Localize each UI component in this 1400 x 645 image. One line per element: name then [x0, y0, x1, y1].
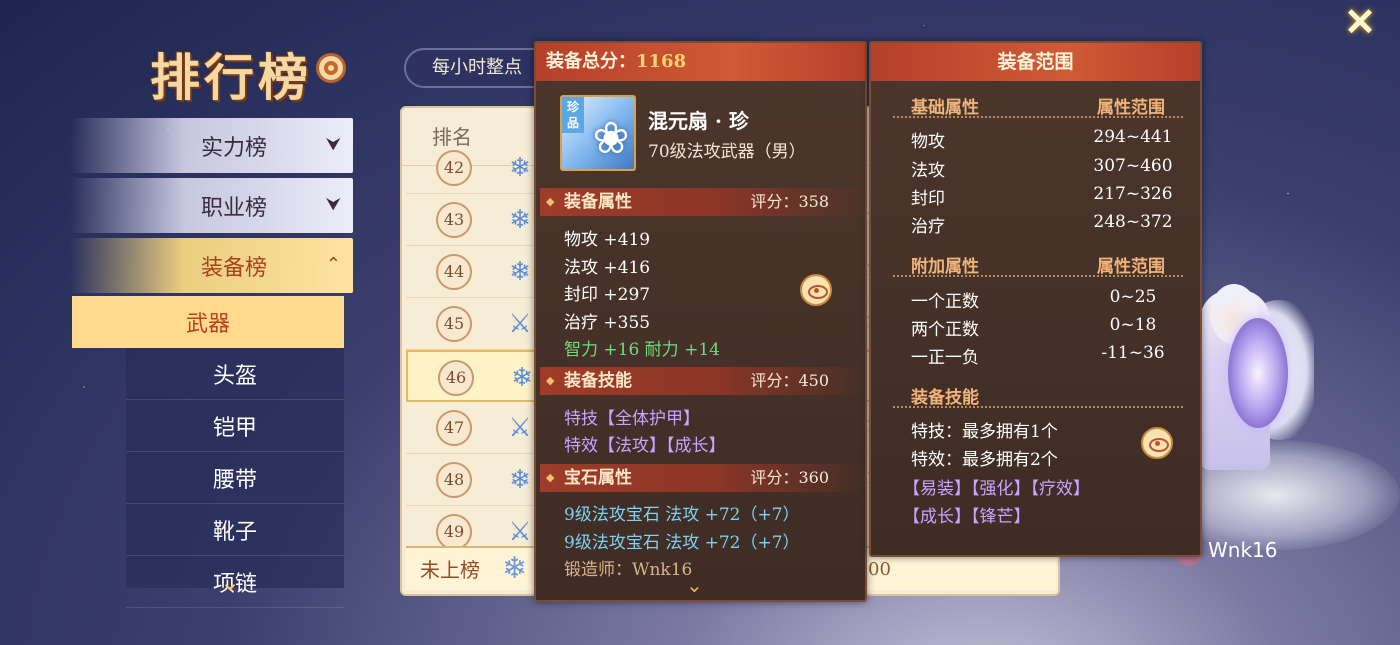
range-label: 两个正数: [911, 320, 979, 340]
total-score-value: 1168: [636, 51, 687, 72]
section-score: 评分：450: [750, 371, 829, 390]
category-label: 实力榜: [200, 135, 267, 161]
effect-tags: 【成长】【锋芒】: [903, 507, 1031, 527]
subcategory-belt[interactable]: 腰带: [126, 452, 344, 504]
range-label: 法攻: [911, 161, 945, 181]
base-range-col: 属性范围: [1097, 98, 1165, 118]
rank-badge: 46: [438, 360, 474, 396]
item-icon: 珍品 ❀: [560, 95, 636, 171]
section-skills: 装备技能 评分：450: [540, 367, 865, 395]
rank-badge: 43: [436, 202, 472, 238]
range-value: 0~18: [1109, 315, 1157, 335]
category-equipment[interactable]: 装备榜 ⌃: [70, 238, 353, 293]
range-value: -11~36: [1101, 343, 1165, 363]
close-button[interactable]: ✕: [1338, 2, 1382, 42]
range-value: 294~441: [1093, 127, 1173, 147]
divider: [893, 275, 1183, 281]
divider: [893, 116, 1183, 122]
unranked-label: 未上榜: [420, 558, 480, 582]
gem-line: 9级法攻宝石 法攻 +72（+7）: [564, 533, 800, 553]
weapon-icon: ⚔: [508, 517, 532, 547]
subcategory-armor[interactable]: 铠甲: [126, 400, 344, 452]
skill-range-title: 装备技能: [911, 388, 979, 408]
weapon-icon: ❄: [509, 257, 531, 287]
equipment-detail-panel: 装备总分：1168 珍品 ❀ 混元扇 · 珍 70级法攻武器（男） 装备属性 评…: [534, 41, 867, 602]
equipment-subcategory-list: 武器 头盔 铠甲 腰带 靴子 项链: [72, 296, 344, 608]
subcategory-helmet[interactable]: 头盔: [126, 348, 344, 400]
gear-icon[interactable]: [316, 53, 346, 83]
range-value: 248~372: [1093, 212, 1173, 232]
range-value: 217~326: [1093, 184, 1173, 204]
section-gems: 宝石属性 评分：360: [540, 464, 865, 492]
chevron-down-icon: ⮟: [325, 134, 341, 155]
rank-badge: 45: [436, 306, 472, 342]
range-label: 一正一负: [911, 348, 979, 368]
category-class[interactable]: 职业榜 ⮟: [70, 178, 353, 233]
range-label: 治疗: [911, 217, 945, 237]
extra-range-col: 属性范围: [1097, 257, 1165, 277]
weapon-icon: ❄: [509, 465, 531, 495]
weapon-icon: ⚔: [508, 413, 532, 443]
total-score-label: 装备总分：: [546, 51, 636, 72]
weapon-icon: ⚔: [508, 309, 532, 339]
subcategory-boots[interactable]: 靴子: [126, 504, 344, 556]
rank-badge: 44: [436, 254, 472, 290]
category-label: 职业榜: [200, 195, 267, 221]
page-title: 排行榜: [150, 48, 312, 107]
item-type: 70级法攻武器（男）: [648, 142, 806, 162]
range-value: 307~460: [1093, 156, 1173, 176]
section-title: 宝石属性: [564, 468, 632, 488]
rank-badge: 42: [436, 150, 472, 186]
weapon-icon: ❄: [509, 205, 531, 235]
section-score: 评分：360: [750, 468, 829, 487]
section-title: 装备技能: [564, 371, 632, 391]
total-score-header: 装备总分：1168: [536, 43, 865, 81]
divider: [893, 406, 1183, 412]
attr-line: 封印 +297: [564, 285, 651, 305]
attr-extra-line: 智力 +16 耐力 +14: [564, 340, 720, 360]
skill-line: 特技【全体护甲】: [564, 409, 700, 429]
skill-line: 特效【法攻】【成长】: [564, 436, 726, 456]
chevron-up-icon: ⌃: [325, 254, 341, 275]
range-label: 物攻: [911, 132, 945, 152]
range-label: 封印: [911, 189, 945, 209]
skill-range-line: 特技：最多拥有1个: [911, 422, 1058, 442]
extra-attr-title: 附加属性: [911, 257, 979, 277]
range-value: 0~25: [1109, 287, 1157, 307]
range-title: 装备范围: [871, 43, 1200, 81]
range-label: 一个正数: [911, 292, 979, 312]
player-name: Wnk16: [1208, 538, 1278, 562]
section-score: 评分：358: [750, 192, 829, 211]
skill-range-line: 特效：最多拥有2个: [911, 450, 1058, 470]
category-label: 装备榜: [200, 255, 267, 281]
effect-tags: 【易装】【强化】【疗效】: [903, 479, 1090, 499]
subcategory-weapon[interactable]: 武器: [72, 296, 344, 348]
rank-badge: 49: [436, 514, 472, 550]
section-title: 装备属性: [564, 192, 632, 212]
rank-badge: 48: [436, 462, 472, 498]
rarity-tag: 珍品: [562, 97, 584, 133]
character-fan-weapon: [1228, 318, 1288, 428]
forger-line: 锻造师：Wnk16: [564, 560, 693, 580]
base-attr-title: 基础属性: [911, 98, 979, 118]
fan-icon: ❀: [592, 113, 630, 164]
chevron-down-icon[interactable]: ⌄: [686, 573, 703, 597]
section-attributes: 装备属性 评分：358: [540, 188, 865, 216]
category-strength[interactable]: 实力榜 ⮟: [70, 118, 353, 173]
scroll-down-icon[interactable]: ⌄: [214, 570, 246, 594]
eye-icon[interactable]: [800, 274, 832, 306]
rank-badge: 47: [436, 410, 472, 446]
equipment-range-panel: 装备范围 基础属性 属性范围 物攻 294~441 法攻 307~460 封印 …: [869, 41, 1202, 557]
attr-line: 治疗 +355: [564, 313, 651, 333]
weapon-icon: ❄: [509, 153, 531, 183]
attr-line: 法攻 +416: [564, 258, 651, 278]
snowflake-icon: ❄: [502, 551, 528, 586]
gem-line: 9级法攻宝石 法攻 +72（+7）: [564, 505, 800, 525]
attr-line: 物攻 +419: [564, 230, 651, 250]
chevron-down-icon: ⮟: [325, 194, 341, 215]
eye-icon[interactable]: [1141, 427, 1173, 459]
item-name: 混元扇 · 珍: [648, 109, 749, 133]
